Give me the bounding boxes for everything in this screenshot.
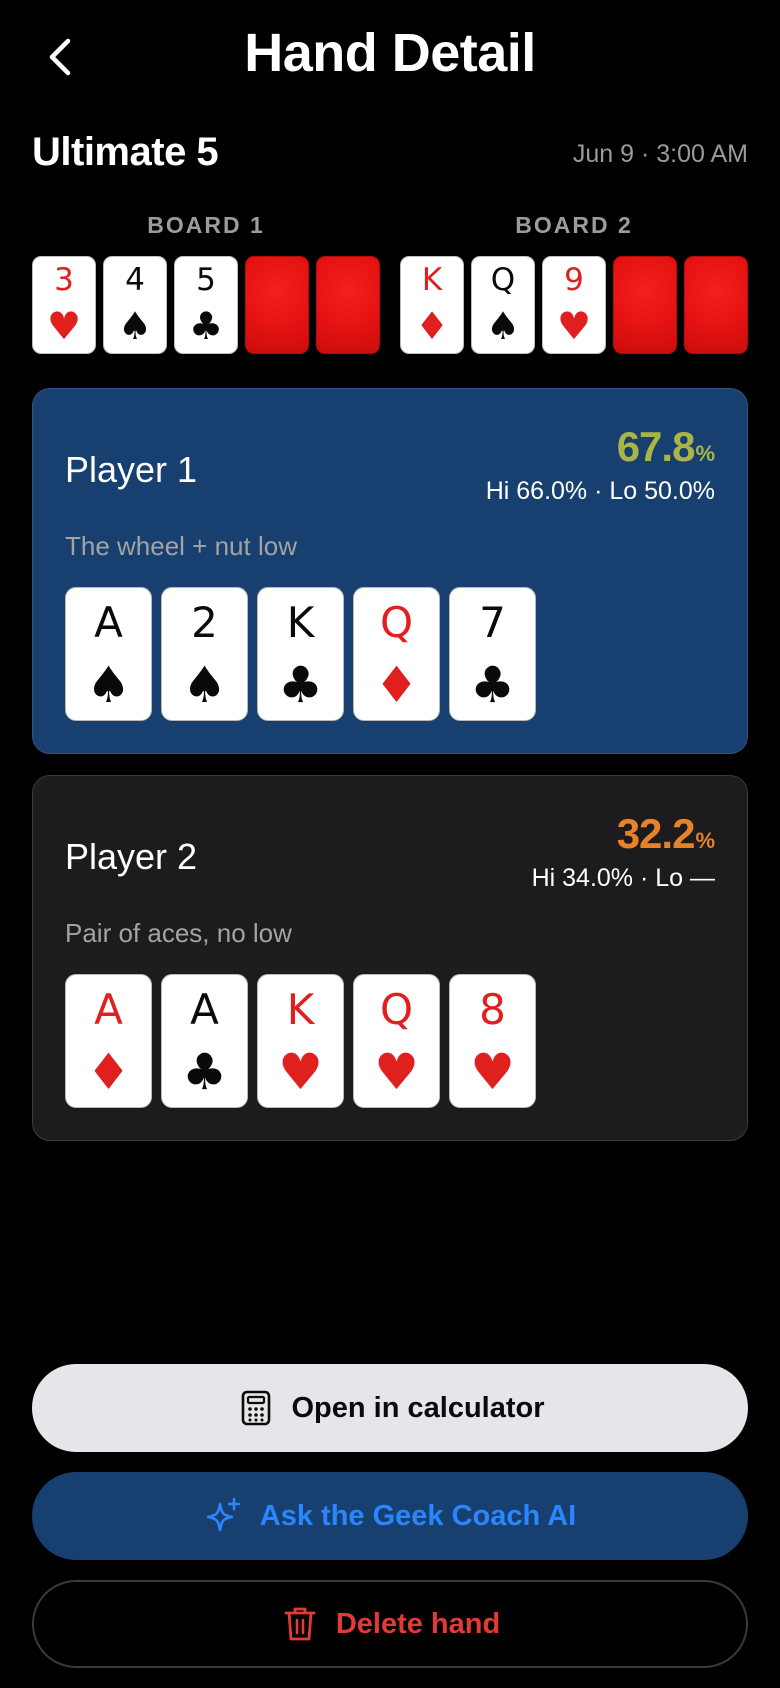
player-name: Player 2 <box>65 836 198 877</box>
hole-card-4[interactable]: Q ♥ <box>353 974 440 1108</box>
equity-unit: % <box>695 828 715 853</box>
card-rank: K <box>286 598 315 647</box>
card-rank: 2 <box>191 598 218 647</box>
hole-card-3[interactable]: K ♥ <box>257 974 344 1108</box>
game-date: Jun 9 · 3:00 AM <box>572 140 748 168</box>
board-1-label: BOARD 1 <box>147 212 265 238</box>
board-2-card-4-facedown[interactable] <box>613 256 677 354</box>
board-1-card-1[interactable]: 3 ♥ <box>32 256 96 354</box>
card-rank: A <box>94 985 123 1034</box>
equity-value: 67.8 <box>616 423 696 470</box>
heart-suit-icon: ♥ <box>556 304 592 348</box>
hole-card-4[interactable]: Q ♦ <box>353 587 440 721</box>
card-rank: Q <box>379 985 414 1034</box>
player-1-panel[interactable]: Player 1 67.8% Hi 66.0% · Lo 50.0% The w… <box>32 388 748 754</box>
spade-suit-icon: ♠ <box>182 656 227 714</box>
board-2-cards: K ♦ Q ♠ 9 ♥ <box>400 256 748 354</box>
card-rank: 3 <box>54 262 74 298</box>
board-1-card-5-facedown[interactable] <box>316 256 380 354</box>
club-suit-icon: ♣ <box>188 304 224 348</box>
spade-suit-icon: ♠ <box>117 304 153 348</box>
board-2-label: BOARD 2 <box>515 212 633 238</box>
card-rank: A <box>94 598 123 647</box>
card-rank: 9 <box>564 262 584 298</box>
hole-card-2[interactable]: A ♣ <box>161 974 248 1108</box>
card-rank: 8 <box>479 985 506 1034</box>
hi-lo-breakdown: Hi 34.0% · Lo — <box>531 864 715 892</box>
board-2-card-1[interactable]: K ♦ <box>400 256 464 354</box>
heart-suit-icon: ♥ <box>470 1043 515 1101</box>
heart-suit-icon: ♥ <box>374 1043 419 1101</box>
header: Hand Detail <box>0 0 780 118</box>
card-rank: 4 <box>125 262 145 298</box>
board-2-card-3[interactable]: 9 ♥ <box>542 256 606 354</box>
hole-cards: A ♦ A ♣ K ♥ Q ♥ 8 ♥ <box>65 974 536 1108</box>
hole-card-5[interactable]: 7 ♣ <box>449 587 536 721</box>
game-name: Ultimate 5 <box>32 130 219 174</box>
card-rank: 5 <box>196 262 216 298</box>
equity-unit: % <box>695 441 715 466</box>
club-suit-icon: ♣ <box>278 656 323 714</box>
board-1-cards: 3 ♥ 4 ♠ 5 ♣ <box>32 256 380 354</box>
hole-card-1[interactable]: A ♦ <box>65 974 152 1108</box>
board-1-card-4-facedown[interactable] <box>245 256 309 354</box>
player-2-panel[interactable]: Player 2 32.2% Hi 34.0% · Lo — Pair of a… <box>32 775 748 1141</box>
board-2-card-2[interactable]: Q ♠ <box>471 256 535 354</box>
heart-suit-icon: ♥ <box>278 1043 323 1101</box>
hole-card-2[interactable]: 2 ♠ <box>161 587 248 721</box>
calculator-icon <box>236 1388 276 1428</box>
delete-hand-button[interactable]: Delete hand <box>32 1580 748 1668</box>
heart-suit-icon: ♥ <box>46 304 82 348</box>
board-1-card-2[interactable]: 4 ♠ <box>103 256 167 354</box>
ask-geek-coach-label: Ask the Geek Coach AI <box>259 1499 577 1532</box>
sparkles-icon <box>204 1496 244 1536</box>
club-suit-icon: ♣ <box>182 1043 227 1101</box>
equity-value: 32.2 <box>616 810 696 857</box>
equity: 32.2% <box>617 810 715 858</box>
board-2-card-5-facedown[interactable] <box>684 256 748 354</box>
diamond-suit-icon: ♦ <box>414 304 450 348</box>
card-rank: Q <box>379 598 414 647</box>
delete-hand-label: Delete hand <box>335 1607 501 1640</box>
diamond-suit-icon: ♦ <box>374 656 419 714</box>
hand-description: The wheel + nut low <box>65 531 297 561</box>
player-name: Player 1 <box>65 449 198 490</box>
trash-icon <box>280 1604 320 1644</box>
hole-card-1[interactable]: A ♠ <box>65 587 152 721</box>
card-rank: K <box>286 985 315 1034</box>
hole-cards: A ♠ 2 ♠ K ♣ Q ♦ 7 ♣ <box>65 587 536 721</box>
spade-suit-icon: ♠ <box>485 304 521 348</box>
card-rank: K <box>421 262 443 298</box>
hand-description: Pair of aces, no low <box>65 918 292 948</box>
card-rank: 7 <box>479 598 506 647</box>
diamond-suit-icon: ♦ <box>86 1043 131 1101</box>
hi-lo-breakdown: Hi 66.0% · Lo 50.0% <box>485 477 715 505</box>
open-in-calculator-label: Open in calculator <box>291 1391 545 1424</box>
open-in-calculator-button[interactable]: Open in calculator <box>32 1364 748 1452</box>
board-1-card-3[interactable]: 5 ♣ <box>174 256 238 354</box>
hole-card-5[interactable]: 8 ♥ <box>449 974 536 1108</box>
spade-suit-icon: ♠ <box>86 656 131 714</box>
card-rank: Q <box>490 262 516 298</box>
page-title: Hand Detail <box>244 23 536 83</box>
equity: 67.8% <box>617 423 715 471</box>
club-suit-icon: ♣ <box>470 656 515 714</box>
ask-geek-coach-button[interactable]: Ask the Geek Coach AI <box>32 1472 748 1560</box>
hole-card-3[interactable]: K ♣ <box>257 587 344 721</box>
card-rank: A <box>190 985 219 1034</box>
